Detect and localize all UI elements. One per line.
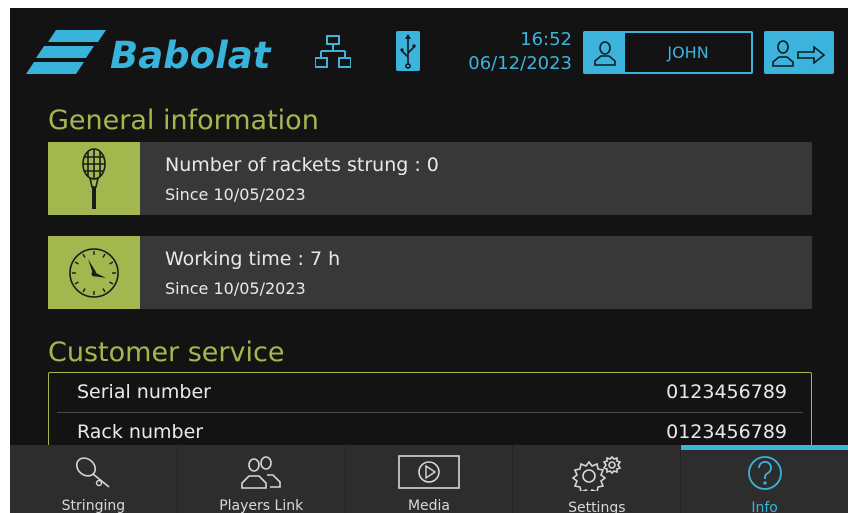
user-name: JOHN [667,43,709,62]
rack-number-label: Rack number [77,421,204,443]
question-icon [747,455,783,491]
network-icon[interactable] [315,35,351,69]
serial-number-row: Serial number 0123456789 [57,375,803,413]
babolat-logo-mark-icon [26,30,106,74]
brand-logo: Babolat [26,22,316,86]
bottom-navigation: Stringing Players Link Media Settings In… [10,445,848,513]
rack-number-value: 0123456789 [666,421,787,443]
user-icon [585,33,625,72]
working-time-card: Working time : 7 h Since 10/05/2023 [48,236,812,309]
nav-settings-label: Settings [568,500,626,513]
racket-icon [48,142,140,215]
user-selector[interactable]: JOHN [583,31,753,74]
rackets-strung-since: Since 10/05/2023 [165,185,306,204]
nav-players-link[interactable]: Players Link [178,445,346,513]
serial-number-label: Serial number [77,381,211,403]
rackets-strung-card: Number of rackets strung : 0 Since 10/05… [48,142,812,215]
nav-info[interactable]: Info [681,445,848,513]
nav-info-label: Info [751,500,778,513]
working-time-value: Working time : 7 h [165,248,341,270]
nav-stringing-label: Stringing [61,498,126,513]
user-logout-icon [772,39,826,67]
nav-media[interactable]: Media [346,445,514,513]
serial-number-value: 0123456789 [666,381,787,403]
rackets-strung-count: Number of rackets strung : 0 [165,154,439,176]
working-time-since: Since 10/05/2023 [165,279,306,298]
brand-name: Babolat [110,34,271,77]
customer-service-title: Customer service [48,337,285,368]
play-icon [398,455,460,489]
nav-players-link-label: Players Link [219,498,304,513]
user-logout-button[interactable] [764,31,834,74]
clock-date: 06/12/2023 [468,53,572,74]
nav-stringing[interactable]: Stringing [10,445,178,513]
clock-time: 16:52 [520,29,572,50]
players-icon [239,455,283,489]
usb-icon[interactable] [396,31,420,71]
gears-icon [567,455,627,491]
nav-settings[interactable]: Settings [513,445,682,513]
app-screen: Babolat 16:52 06/12/2023 JOHN General in… [10,8,848,513]
general-information-title: General information [48,105,319,136]
nav-media-label: Media [407,498,451,513]
clock-icon [48,236,140,309]
racket-icon [73,455,113,489]
